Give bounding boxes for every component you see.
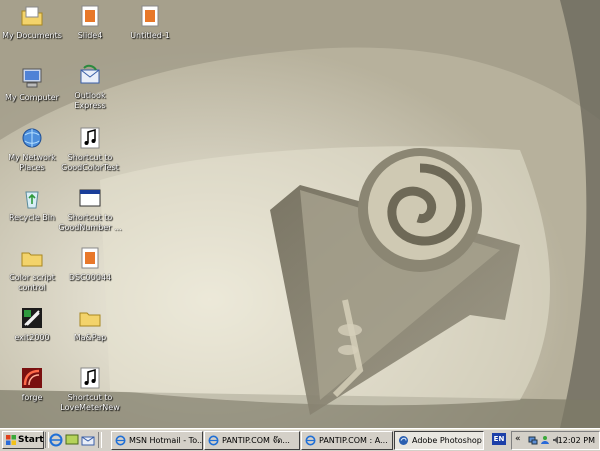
icon-label: Recycle Bin <box>8 213 56 222</box>
network-places-icon <box>22 128 42 148</box>
desktop-icon-forge[interactable]: forge <box>0 366 64 403</box>
image-file-icon <box>141 5 159 27</box>
desktop-icon-dsc00044[interactable]: DSC00044 <box>58 246 122 283</box>
desktop-icon-untitled-1[interactable]: Untitled-1 <box>118 4 182 41</box>
show-hidden-icons-chevron-icon[interactable]: « <box>515 434 521 444</box>
desktop-icon-slide4[interactable]: Slide4 <box>58 4 122 41</box>
image-file-icon <box>81 247 99 269</box>
desktop-icon-lovemeternew[interactable]: Shortcut to LoveMeterNew <box>58 366 122 413</box>
taskbar: Start MSN Hotmail - To... PANTIP.COM จ๊ด… <box>0 428 600 451</box>
outlook-express-icon <box>80 64 100 84</box>
desktop-icon-goodcolortest[interactable]: Shortcut to GoodColorTest <box>58 126 122 173</box>
ie-quicklaunch-icon[interactable] <box>49 433 63 447</box>
language-indicator[interactable]: EN <box>492 433 506 445</box>
folder-icon <box>21 252 43 267</box>
icon-label: My Documents <box>2 31 62 40</box>
desktop-icon-exit2000[interactable]: exit2000 <box>0 306 64 343</box>
taskbar-button-adobe-photoshop[interactable]: Adobe Photoshop <box>394 431 484 450</box>
app-window-shortcut-icon <box>79 189 101 207</box>
desktop-icon-my-documents[interactable]: My Documents <box>0 4 64 41</box>
taskbar-button-label: Adobe Photoshop <box>412 436 482 445</box>
taskbar-button-pantip-2[interactable]: PANTIP.COM : A... <box>301 431 393 450</box>
recycle-bin-icon <box>25 191 39 209</box>
desktop-icon-my-network-places[interactable]: My Network Places <box>0 126 64 173</box>
ie-icon <box>115 435 126 446</box>
icon-label: My Network Places <box>8 153 56 172</box>
my-documents-icon <box>21 6 43 26</box>
desktop-icon-goodnumber[interactable]: Shortcut to GoodNumber ... <box>58 186 122 233</box>
start-label: Start <box>18 435 44 445</box>
desktop-icon-color-script-control[interactable]: Color script control <box>0 246 64 293</box>
network-tray-icon[interactable] <box>528 435 538 445</box>
music-shortcut-icon <box>80 127 100 149</box>
forge-app-icon <box>22 368 42 388</box>
taskbar-button-label: PANTIP.COM : A... <box>319 436 388 445</box>
icon-label: Shortcut to LoveMeterNew <box>60 393 120 412</box>
image-file-icon <box>81 5 99 27</box>
icon-label: Shortcut to GoodColorTest <box>61 153 119 172</box>
music-shortcut-icon <box>80 367 100 389</box>
clock[interactable]: 12:02 PM <box>558 432 595 449</box>
ie-icon <box>305 435 316 446</box>
icon-label: Slide4 <box>77 31 103 40</box>
desktop-icon-mapap[interactable]: Ma&Pap <box>58 306 122 343</box>
outlook-quicklaunch-icon[interactable] <box>81 433 95 447</box>
desktop-icon-recycle-bin[interactable]: Recycle Bin <box>0 186 64 223</box>
icon-label: Untitled-1 <box>130 31 170 40</box>
icon-label: Outlook Express <box>74 91 106 110</box>
desktop-icon-outlook-express[interactable]: Outlook Express <box>58 64 122 111</box>
show-desktop-icon[interactable] <box>65 433 79 447</box>
icon-label: My Computer <box>5 93 59 102</box>
start-button[interactable]: Start <box>2 431 44 449</box>
ie-icon <box>208 435 219 446</box>
taskbar-button-label: PANTIP.COM จ๊ด... <box>222 436 290 445</box>
windows-logo-icon <box>6 435 16 445</box>
icon-label: exit2000 <box>14 333 50 342</box>
desktop-icon-my-computer[interactable]: My Computer <box>0 66 64 103</box>
icon-label: Color script control <box>9 273 55 292</box>
taskbar-separator <box>98 432 102 448</box>
photoshop-icon <box>399 436 408 445</box>
icon-label: Shortcut to GoodNumber ... <box>58 213 122 232</box>
icon-label: Ma&Pap <box>73 333 107 342</box>
icon-label: forge <box>21 393 43 402</box>
desktop: My Documents Slide4 Untitled-1 My Comput… <box>0 0 600 428</box>
taskbar-button-msn-hotmail[interactable]: MSN Hotmail - To... <box>111 431 203 450</box>
folder-icon <box>79 312 101 327</box>
taskbar-button-label: MSN Hotmail - To... <box>129 436 203 445</box>
app-icon <box>22 308 42 328</box>
my-computer-icon <box>22 68 42 88</box>
taskbar-button-pantip-1[interactable]: PANTIP.COM จ๊ด... <box>204 431 300 450</box>
icon-label: DSC00044 <box>68 273 112 282</box>
system-tray: « 12:02 PM <box>511 431 600 450</box>
messenger-tray-icon[interactable] <box>540 435 550 445</box>
